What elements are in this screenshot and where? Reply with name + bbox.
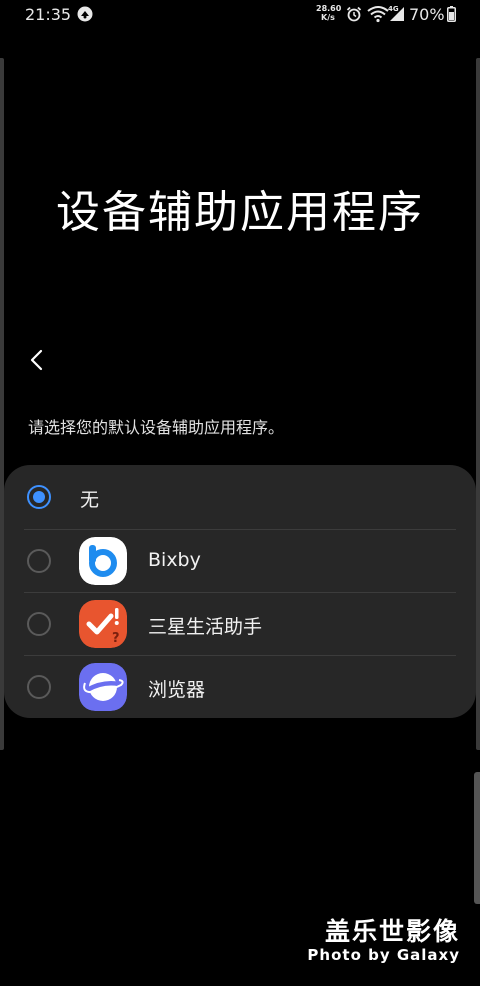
chevron-left-icon [30, 349, 43, 371]
option-row-samsung-life-assistant[interactable]: ? 三星生活助手 [4, 592, 476, 655]
photo-watermark: 盖乐世影像 Photo by Galaxy [307, 917, 460, 965]
subtitle-text: 请选择您的默认设备辅助应用程序。 [28, 418, 285, 437]
watermark-subtitle: Photo by Galaxy [307, 946, 460, 964]
option-label-browser: 浏览器 [148, 679, 206, 701]
edge-indicator-right [476, 58, 480, 750]
radio-button[interactable] [27, 549, 51, 573]
radio-button[interactable] [27, 612, 51, 636]
radio-button[interactable] [27, 675, 51, 699]
battery-icon [447, 6, 456, 22]
watermark-title: 盖乐世影像 [324, 917, 460, 946]
status-bar: 21:35 28.60 K/s 4G 70% [0, 0, 480, 30]
battery-percent: 70% [409, 5, 445, 24]
wifi-icon [367, 6, 389, 23]
option-row-none[interactable]: 无 [4, 465, 476, 528]
svg-text:4G: 4G [388, 5, 399, 13]
signal-icon: 4G [388, 5, 404, 21]
notification-icon [77, 6, 93, 22]
network-speed-unit: K/s [321, 13, 335, 22]
back-button[interactable] [22, 344, 54, 376]
samsung-life-assistant-icon: ? [79, 600, 127, 648]
assistant-options-list: 无 Bixby ? 三星生活助手 浏览器 [4, 465, 476, 718]
bixby-icon [79, 537, 127, 585]
option-label-none: 无 [80, 489, 100, 511]
network-speed: 28.60 K/s [316, 4, 342, 22]
edge-panel-handle[interactable] [474, 772, 480, 904]
status-time: 21:35 [25, 5, 72, 24]
svg-text:?: ? [112, 631, 120, 646]
page-title: 设备辅助应用程序 [56, 187, 424, 238]
option-row-bixby[interactable]: Bixby [4, 529, 476, 592]
network-speed-value: 28.60 [316, 4, 342, 13]
option-label-bixby: Bixby [148, 549, 201, 571]
option-label-samsung-life-assistant: 三星生活助手 [148, 616, 263, 638]
option-row-browser[interactable]: 浏览器 [4, 655, 476, 718]
radio-button-selected[interactable] [27, 485, 51, 509]
alarm-icon [346, 6, 362, 22]
browser-icon [79, 663, 127, 711]
